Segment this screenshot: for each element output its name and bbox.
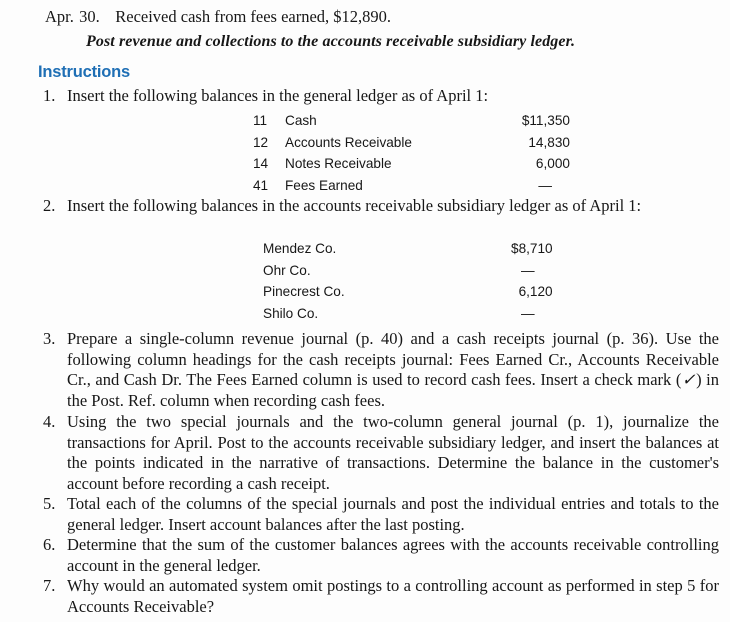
instruction-text: Prepare a single-column revenue journal …: [67, 329, 719, 411]
instruction-number: 2.: [43, 196, 56, 215]
table-row: 12 Accounts Receivable 14,830: [253, 132, 570, 154]
table-row: 41 Fees Earned —: [253, 175, 570, 197]
customer-amount: —: [521, 305, 535, 321]
transaction-line: Apr. 30. Received cash from fees earned,…: [45, 6, 705, 28]
account-amount: —: [538, 177, 552, 193]
instruction-item-2: 2. Insert the following balances in the …: [43, 196, 719, 217]
instruction-text: Why would an automated system omit posti…: [67, 576, 719, 616]
instruction-item-4: 4. Using the two special journals and th…: [43, 412, 719, 494]
instruction-item-7: 7. Why would an automated system omit po…: [43, 576, 719, 617]
instruction-item-6: 6. Determine that the sum of the custome…: [43, 535, 719, 576]
document-page: Apr. 30. Received cash from fees earned,…: [0, 0, 730, 622]
instruction-item-5: 5. Total each of the columns of the spec…: [43, 494, 719, 535]
check-mark-icon: ✓: [681, 370, 697, 390]
instruction-number: 1.: [43, 86, 56, 105]
customer-name: Ohr Co.: [263, 262, 311, 278]
table-row: Pinecrest Co. 6,120: [263, 281, 553, 303]
instruction-number: 4.: [43, 412, 56, 431]
customer-amount: —: [521, 262, 535, 278]
account-name: Accounts Receivable: [285, 134, 412, 150]
instruction-number: 6.: [43, 535, 56, 554]
subsidiary-ledger-table: Mendez Co. $8,710 Ohr Co. — Pinecrest Co…: [263, 238, 553, 324]
transaction-description: Received cash from fees earned, $12,890.: [115, 7, 392, 26]
instruction-number: 3.: [43, 329, 56, 348]
account-name: Notes Receivable: [285, 156, 392, 172]
account-amount: $11,350: [521, 113, 570, 129]
account-number: 11: [253, 113, 268, 129]
customer-name: Pinecrest Co.: [263, 284, 345, 300]
customer-amount: $8,710: [511, 241, 553, 257]
table-row: 14 Notes Receivable 6,000: [253, 153, 570, 175]
instruction-text: Insert the following balances in the gen…: [67, 86, 489, 105]
instruction-text-part-1: Prepare a single-column revenue journal …: [67, 329, 719, 390]
transaction-month: Apr.: [45, 7, 74, 26]
customer-name: Shilo Co.: [263, 305, 319, 321]
account-amount: 6,000: [535, 156, 570, 172]
customer-name: Mendez Co.: [263, 241, 337, 257]
table-row: Mendez Co. $8,710: [263, 238, 553, 260]
instruction-text: Total each of the columns of the special…: [67, 494, 719, 534]
instructions-heading: Instructions: [38, 63, 131, 81]
account-number: 12: [253, 134, 269, 150]
account-amount: 14,830: [528, 134, 570, 150]
transaction-note: Post revenue and collections to the acco…: [86, 33, 576, 50]
account-name: Fees Earned: [285, 177, 363, 193]
account-number: 14: [253, 156, 269, 172]
table-row: 11 Cash $11,350: [253, 110, 570, 132]
table-row: Ohr Co. —: [263, 260, 553, 282]
instruction-item-1: 1. Insert the following balances in the …: [43, 86, 719, 107]
instruction-item-3: 3. Prepare a single-column revenue journ…: [43, 329, 719, 411]
instruction-text: Using the two special journals and the t…: [67, 412, 719, 493]
instruction-number: 5.: [43, 494, 56, 513]
table-row: Shilo Co. —: [263, 303, 553, 325]
account-number: 41: [253, 177, 269, 193]
instruction-number: 7.: [43, 576, 56, 595]
transaction-day: 30.: [79, 7, 100, 26]
account-name: Cash: [285, 113, 317, 129]
instruction-text: Insert the following balances in the acc…: [67, 196, 642, 215]
instruction-text: Determine that the sum of the customer b…: [67, 535, 719, 575]
general-ledger-table: 11 Cash $11,350 12 Accounts Receivable 1…: [253, 110, 570, 196]
customer-amount: 6,120: [518, 284, 553, 300]
